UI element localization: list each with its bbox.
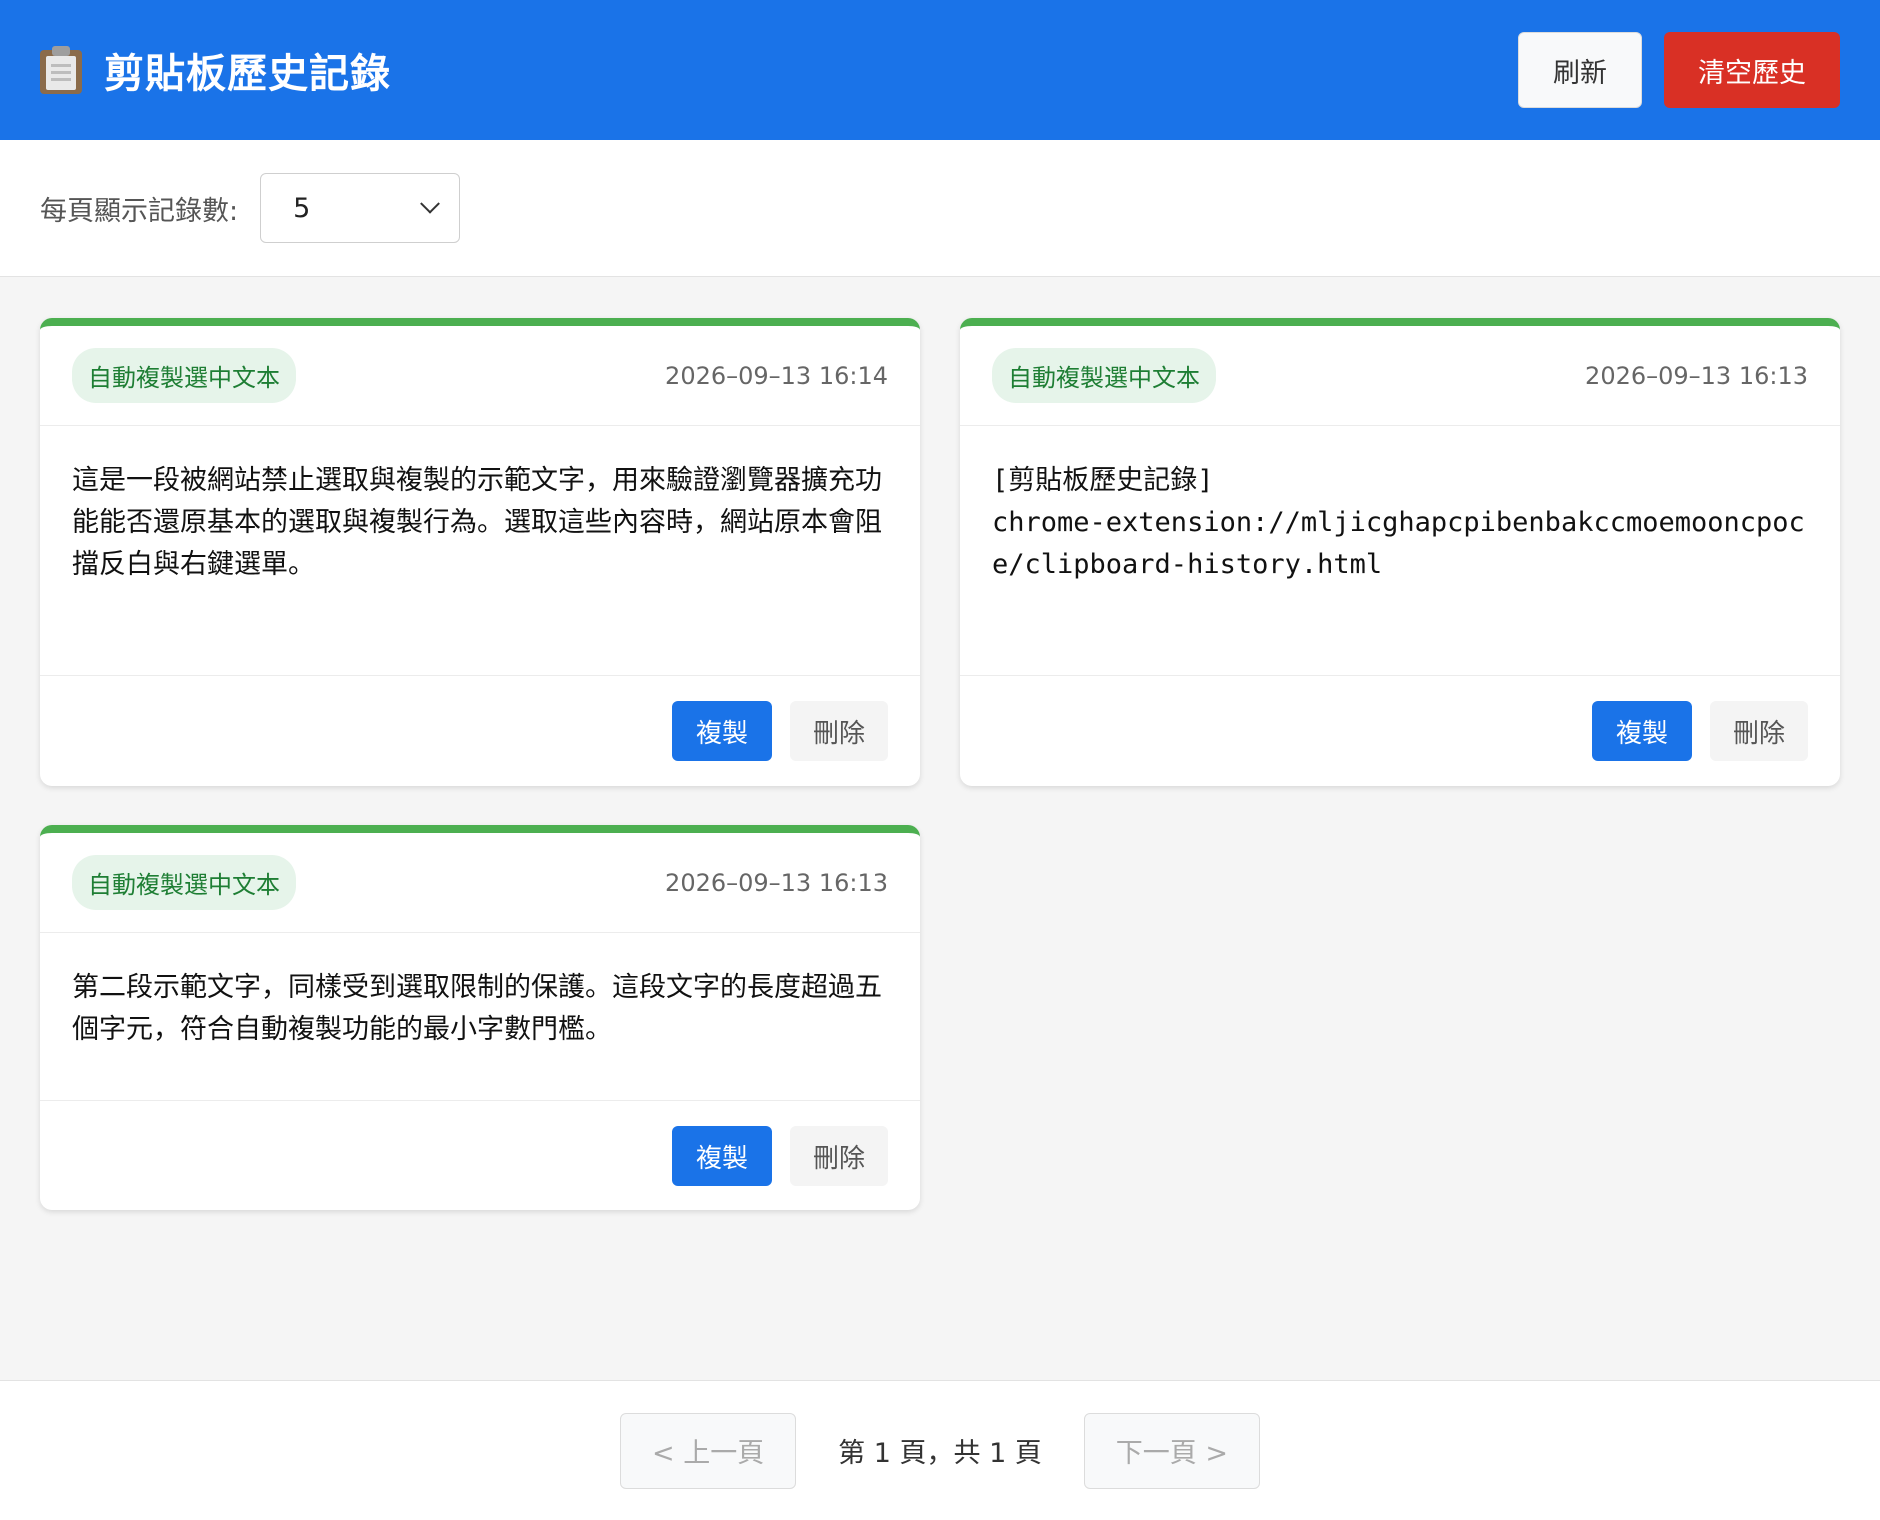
- per-page-select[interactable]: 5: [260, 173, 461, 243]
- page-info: 第 1 頁，共 1 頁: [838, 1438, 1042, 1469]
- record-source-tag: 自動複製選中文本: [72, 348, 296, 403]
- header-title-group: 剪貼板歷史記錄: [40, 41, 391, 99]
- pagination: < 上一頁 第 1 頁，共 1 頁 下一頁 >: [0, 1380, 1880, 1520]
- copy-button[interactable]: 複製: [672, 701, 772, 761]
- record-actions: 複製 刪除: [960, 676, 1840, 786]
- copy-button[interactable]: 複製: [672, 1126, 772, 1186]
- record-actions: 複製 刪除: [40, 1101, 920, 1210]
- record-card: 自動複製選中文本 2026–09–13 16:14 這是一段被網站禁止選取與複製…: [40, 318, 920, 786]
- record-content: 這是一段被網站禁止選取與複製的示範文字，用來驗證瀏覽器擴充功能能否還原基本的選取…: [40, 426, 920, 676]
- record-timestamp: 2026–09–13 16:13: [1585, 361, 1808, 390]
- per-page-value: 5: [293, 192, 311, 224]
- delete-button[interactable]: 刪除: [790, 1126, 888, 1186]
- delete-button[interactable]: 刪除: [790, 701, 888, 761]
- record-header: 自動複製選中文本 2026–09–13 16:13: [40, 833, 920, 933]
- record-timestamp: 2026–09–13 16:14: [665, 361, 888, 390]
- record-header: 自動複製選中文本 2026–09–13 16:14: [40, 326, 920, 426]
- toolbar: 每頁顯示記錄數: 5: [0, 140, 1880, 277]
- chevron-down-icon: [420, 193, 441, 214]
- record-card: 自動複製選中文本 2026–09–13 16:13 [剪貼板歷史記錄] chro…: [960, 318, 1840, 786]
- refresh-button[interactable]: 刷新: [1518, 32, 1642, 108]
- record-card: 自動複製選中文本 2026–09–13 16:13 第二段示範文字，同樣受到選取…: [40, 825, 920, 1210]
- record-content: 第二段示範文字，同樣受到選取限制的保護。這段文字的長度超過五個字元，符合自動複製…: [40, 933, 920, 1101]
- record-actions: 複製 刪除: [40, 676, 920, 786]
- per-page-label: 每頁顯示記錄數:: [40, 195, 239, 227]
- page-title: 剪貼板歷史記錄: [104, 51, 391, 97]
- delete-button[interactable]: 刪除: [1710, 701, 1808, 761]
- record-source-tag: 自動複製選中文本: [992, 348, 1216, 403]
- record-source-tag: 自動複製選中文本: [72, 855, 296, 910]
- next-page-button[interactable]: 下一頁 >: [1083, 1412, 1260, 1489]
- record-header: 自動複製選中文本 2026–09–13 16:13: [960, 326, 1840, 426]
- header-actions: 刷新 清空歷史: [1518, 32, 1840, 108]
- record-content: [剪貼板歷史記錄] chrome-extension://mljicghapcp…: [960, 426, 1840, 676]
- clipboard-icon: [40, 46, 82, 94]
- prev-page-button[interactable]: < 上一頁: [620, 1412, 797, 1489]
- record-timestamp: 2026–09–13 16:13: [665, 868, 888, 897]
- app-header: 剪貼板歷史記錄 刷新 清空歷史: [0, 0, 1880, 140]
- clear-history-button[interactable]: 清空歷史: [1664, 32, 1840, 108]
- copy-button[interactable]: 複製: [1592, 701, 1692, 761]
